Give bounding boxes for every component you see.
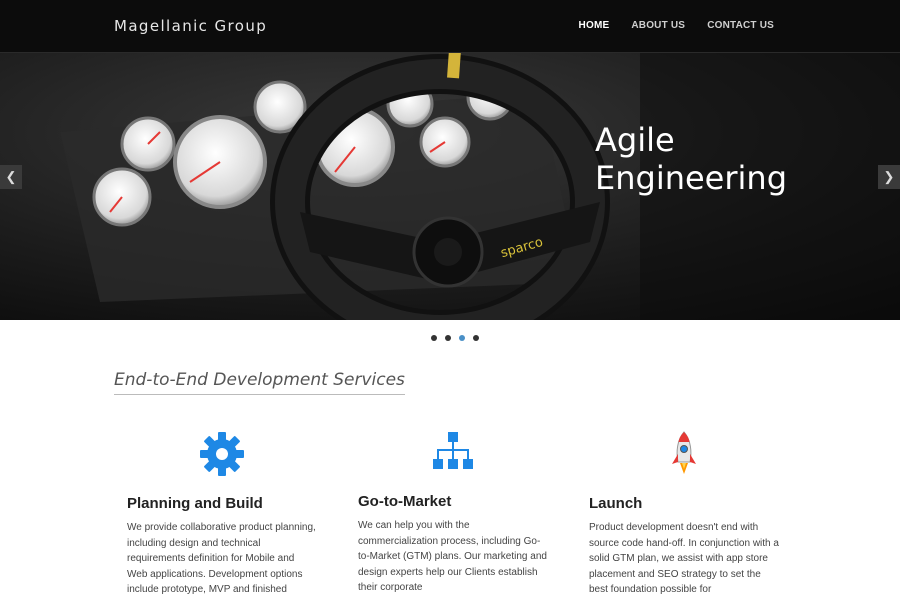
carousel-dot-3[interactable] (459, 335, 465, 341)
service-description: We provide collaborative product plannin… (127, 522, 316, 595)
brand-logo[interactable]: Magellanic Group (114, 17, 267, 35)
service-go-to-market: Go-to-Market We can help you with the co… (358, 430, 548, 596)
gear-icon (127, 430, 317, 480)
nav-menu: HOME ABOUT US CONTACT US (579, 20, 774, 31)
hero-headline: Agile Engineering (595, 121, 787, 197)
carousel-dot-2[interactable] (445, 335, 451, 341)
nav-link-home[interactable]: HOME (579, 20, 610, 31)
nav-link-about-us[interactable]: ABOUT US (631, 20, 685, 31)
chevron-left-icon: ❮ (5, 169, 17, 184)
service-launch: Launch Product development doesn't end w… (589, 430, 779, 598)
carousel-next-button[interactable]: ❯ (878, 165, 900, 189)
section-title: End-to-End Development Services (114, 370, 405, 395)
carousel-indicators (431, 335, 479, 341)
carousel-dot-4[interactable] (473, 335, 479, 341)
hero-headline-line2: Engineering (595, 159, 787, 197)
rocket-icon (589, 430, 779, 480)
carousel-dot-1[interactable] (431, 335, 437, 341)
nav-link-contact-us[interactable]: CONTACT US (707, 20, 774, 31)
hero-carousel: sparco Agile Engineering ❮ ❯ (0, 52, 900, 320)
service-title: Planning and Build (127, 495, 263, 512)
sitemap-icon (358, 430, 548, 480)
service-description: We can help you with the commercializati… (358, 520, 547, 593)
service-planning-and-build: Planning and Build We provide collaborat… (127, 430, 317, 598)
service-description: Product development doesn't end with sou… (589, 522, 779, 595)
chevron-right-icon: ❯ (883, 169, 895, 184)
service-title: Go-to-Market (358, 493, 452, 510)
top-navbar: Magellanic Group HOME ABOUT US CONTACT U… (0, 0, 900, 53)
service-title: Launch (589, 495, 643, 512)
hero-headline-line1: Agile (595, 121, 675, 159)
carousel-prev-button[interactable]: ❮ (0, 165, 22, 189)
